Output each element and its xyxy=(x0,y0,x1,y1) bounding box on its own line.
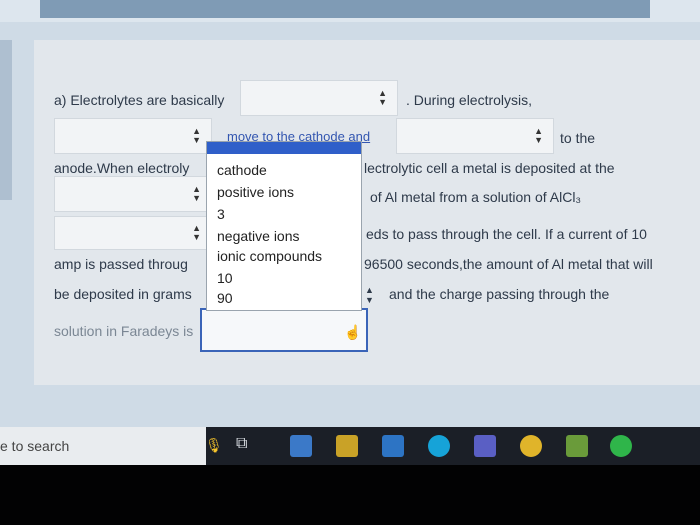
blank-5-select[interactable]: ▲ ▼ xyxy=(54,216,212,250)
question-text-line6b: 96500 seconds,the amount of Al metal tha… xyxy=(364,256,653,272)
dropdown-option[interactable]: 90 xyxy=(217,290,233,306)
options-dropdown[interactable]: cathode positive ions 3 negative ions io… xyxy=(206,141,362,311)
question-text-line2b: to the xyxy=(560,130,596,146)
question-text-line3a: anode.When electroly xyxy=(54,160,190,176)
question-text-line6a: amp is passed throug xyxy=(54,256,188,272)
store-icon[interactable] xyxy=(336,435,358,457)
question-text-line1a: a) Electrolytes are basically xyxy=(54,92,225,108)
windows-taskbar: e to search 🎙 ⧉ xyxy=(0,427,700,465)
edge-browser-icon[interactable] xyxy=(428,435,450,457)
taskbar-search-box[interactable]: e to search xyxy=(0,427,206,465)
cursor-icon: ☝ xyxy=(344,324,362,340)
question-text-line5b: eds to pass through the cell. If a curre… xyxy=(366,226,647,242)
dropdown-option[interactable]: positive ions xyxy=(217,184,294,200)
browser-top-band xyxy=(0,0,700,22)
dropdown-header-bar xyxy=(207,142,361,154)
file-explorer-icon[interactable] xyxy=(290,435,312,457)
question-text-line7a: be deposited in grams xyxy=(54,286,192,302)
blank-active-select[interactable]: ☝ xyxy=(200,308,368,352)
app-icon[interactable] xyxy=(566,435,588,457)
question-text-line7b: and the charge passing through the xyxy=(389,286,610,302)
dropdown-option[interactable]: cathode xyxy=(217,162,267,178)
select-arrows-icon: ▲ ▼ xyxy=(365,285,374,305)
dropdown-option[interactable]: 3 xyxy=(217,206,225,222)
select-arrows-icon: ▲ ▼ xyxy=(192,126,201,145)
blank-1-select[interactable]: ▲ ▼ xyxy=(240,80,398,116)
teams-icon[interactable] xyxy=(474,435,496,457)
task-view-icon[interactable]: ⧉ xyxy=(236,435,258,457)
left-side-strip xyxy=(0,40,12,200)
dropdown-option[interactable]: negative ions xyxy=(217,228,300,244)
blank-3-select[interactable]: ▲ ▼ xyxy=(396,118,554,154)
dropdown-option[interactable]: ionic compounds xyxy=(217,248,322,264)
dropdown-option[interactable]: 10 xyxy=(217,270,233,286)
question-text-line3b: lectrolytic cell a metal is deposited at… xyxy=(364,160,615,176)
blank-4-select[interactable]: ▲ ▼ xyxy=(54,176,212,212)
blank-2-select[interactable]: ▲ ▼ xyxy=(54,118,212,154)
question-text-line4b: of Al metal from a solution of AlCl₃ xyxy=(370,189,582,205)
question-text-line1b: . During electrolysis, xyxy=(406,92,533,108)
quiz-question: a) Electrolytes are basically ▲ ▼ . Durin… xyxy=(34,70,700,370)
select-arrows-icon: ▲ ▼ xyxy=(192,184,201,203)
monitor-bezel xyxy=(0,465,700,525)
search-placeholder: e to search xyxy=(0,438,70,454)
chrome-icon[interactable] xyxy=(520,435,542,457)
microphone-icon[interactable]: 🎙 xyxy=(205,437,223,455)
select-arrows-icon: ▲ ▼ xyxy=(192,223,201,242)
header-strip xyxy=(40,0,650,18)
whatsapp-icon[interactable] xyxy=(610,435,632,457)
select-arrows-icon: ▲ ▼ xyxy=(378,88,387,107)
question-text-line8a: solution in Faradeys is xyxy=(54,323,194,339)
select-arrows-icon: ▲ ▼ xyxy=(534,126,543,145)
mail-icon[interactable] xyxy=(382,435,404,457)
